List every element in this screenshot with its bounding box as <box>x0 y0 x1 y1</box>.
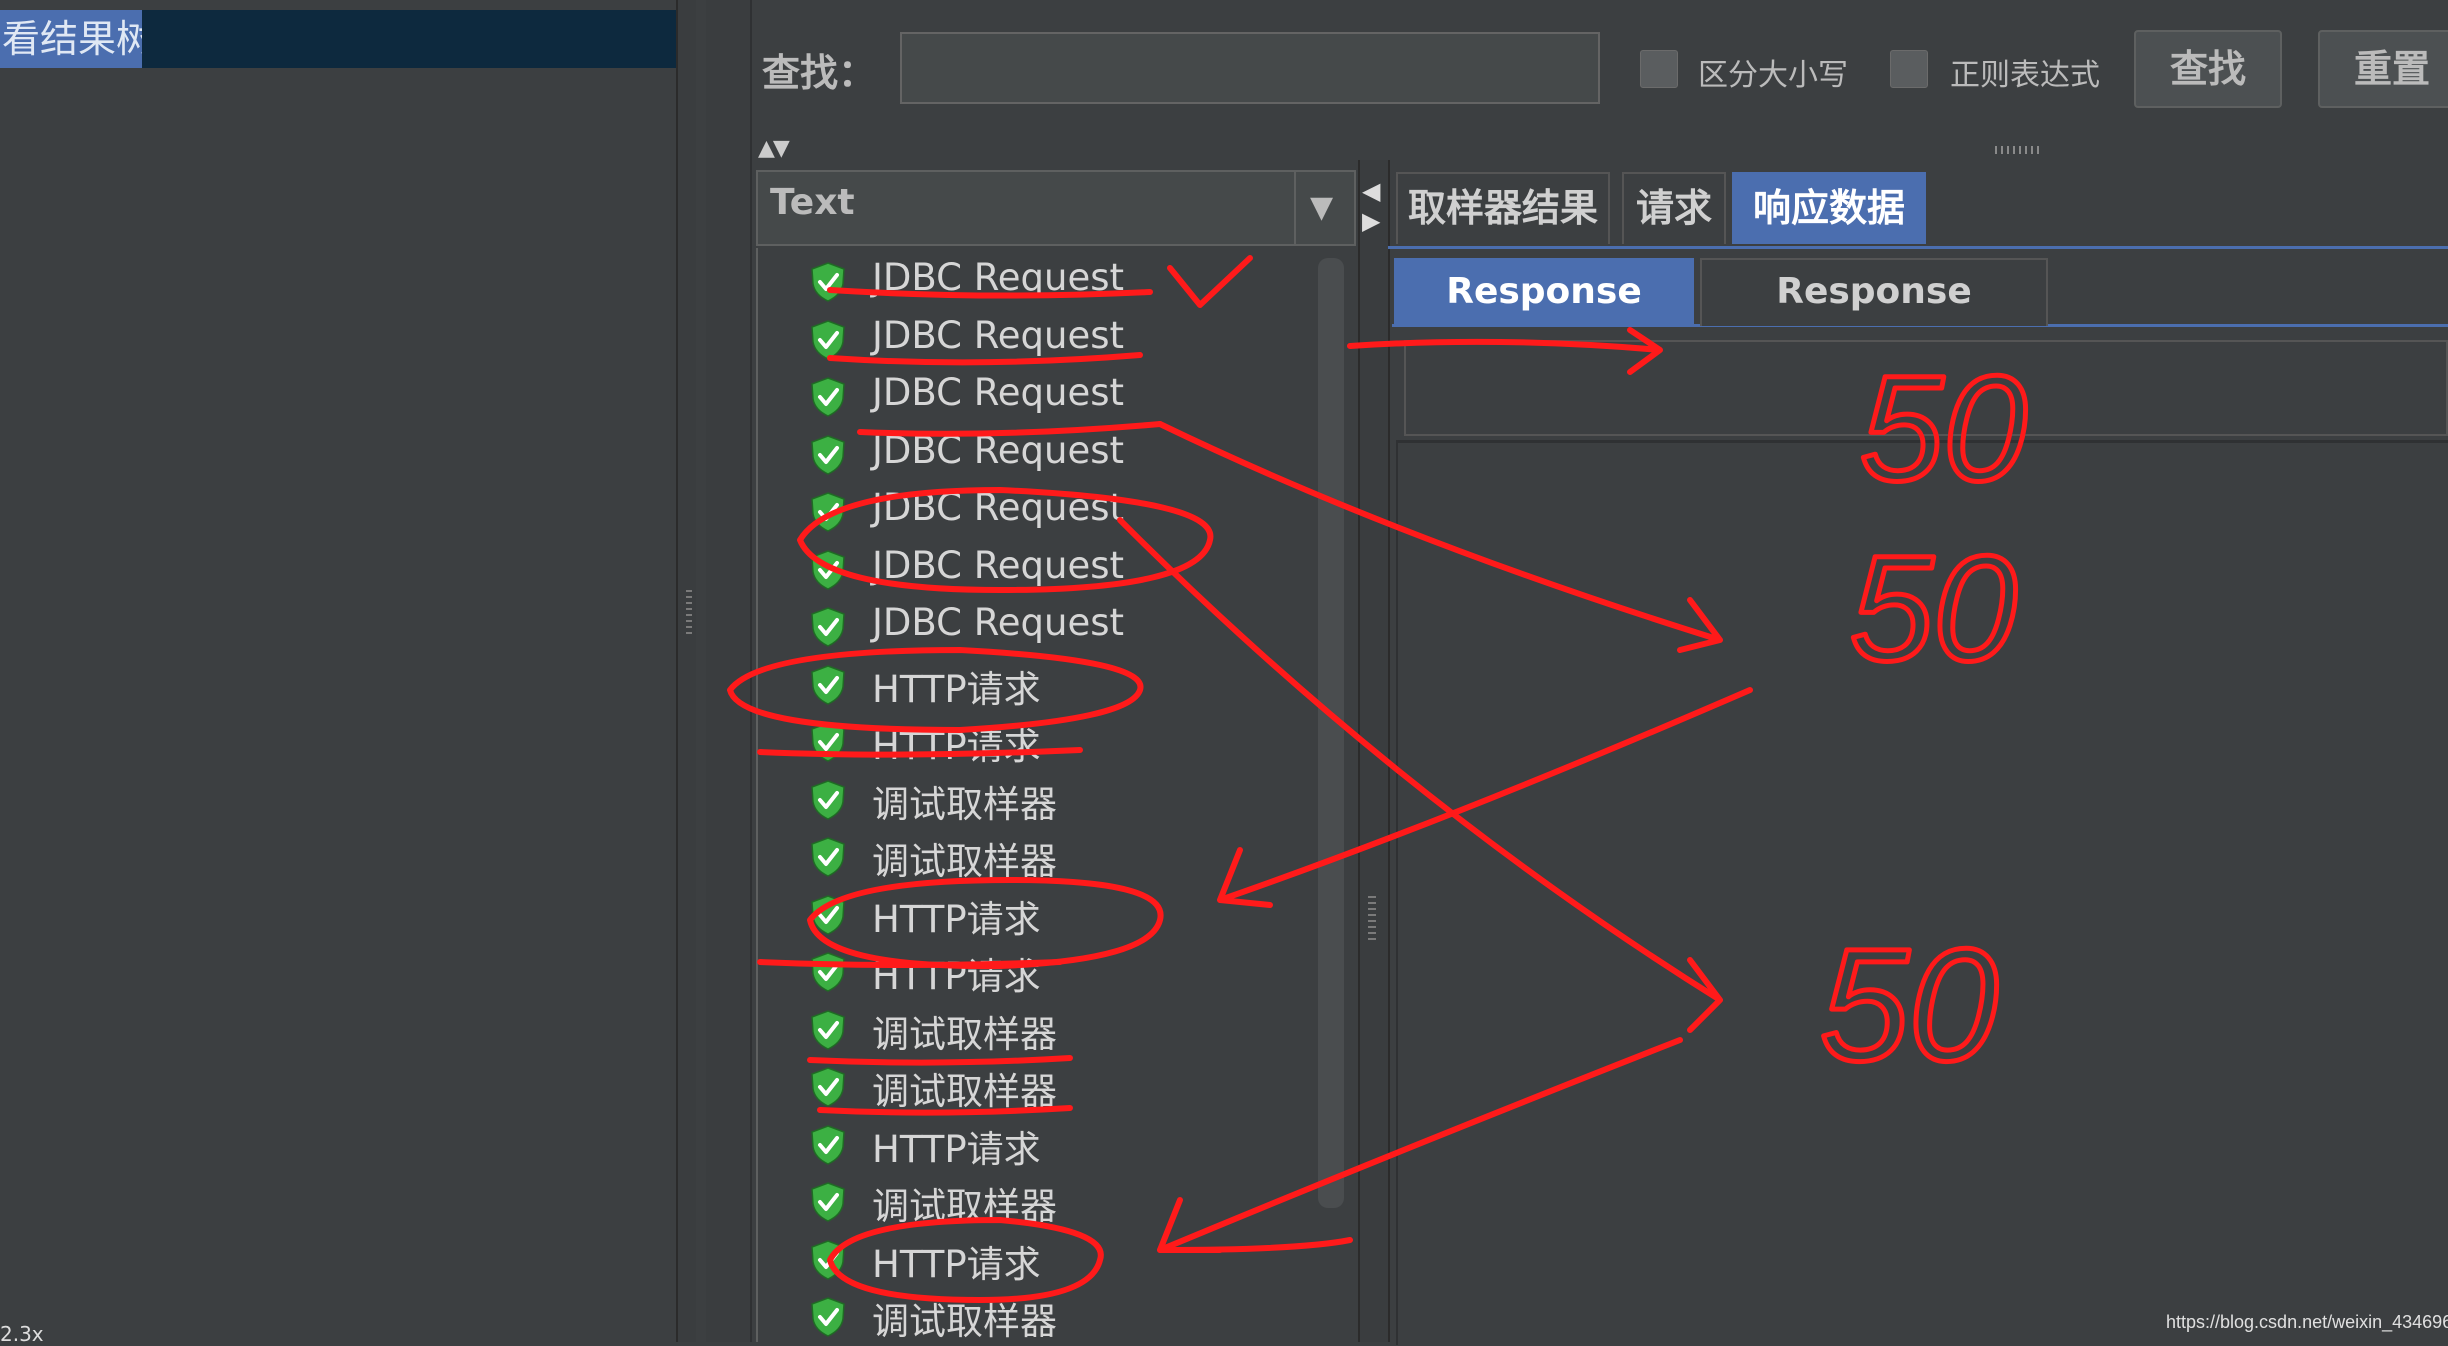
renderer-selected-value[interactable]: Text <box>770 182 855 223</box>
reset-button[interactable]: 重置 <box>2318 30 2448 108</box>
tab-request[interactable]: 请求 <box>1622 172 1726 244</box>
sample-result-label: 调试取样器 <box>872 1012 1057 1056</box>
success-shield-icon <box>811 262 845 302</box>
zoom-label: 2.3x <box>0 1322 44 1346</box>
tab-response-body[interactable]: Response Body <box>1394 258 1694 376</box>
sample-result-label: HTTP请求 <box>872 1242 1041 1286</box>
collapse-expand-icon[interactable]: ▲▼ <box>758 136 790 161</box>
splitter-grip-icon[interactable] <box>1368 896 1376 942</box>
success-shield-icon <box>811 1182 845 1222</box>
horizontal-splitter-grip-icon[interactable] <box>1995 146 2039 154</box>
sample-result-label: JDBC Request <box>872 256 1125 299</box>
success-shield-icon <box>811 1009 845 1050</box>
success-shield-icon <box>811 1067 845 1107</box>
sample-result-label: JDBC Request <box>872 371 1125 414</box>
main-splitter[interactable] <box>676 0 698 1342</box>
case-sensitive-label: 区分大小写 <box>1698 58 1848 93</box>
success-shield-icon <box>811 607 845 647</box>
sample-result-label: HTTP请求 <box>872 897 1041 941</box>
list-scrollbar[interactable] <box>1318 258 1344 1208</box>
sample-result-label: 调试取样器 <box>872 840 1057 883</box>
splitter-grip-icon[interactable] <box>686 590 692 636</box>
success-shield-icon <box>811 952 845 992</box>
sample-result-label: 调试取样器 <box>872 1300 1057 1343</box>
sample-result-label: JDBC Request <box>872 601 1125 644</box>
sample-result-label: 调试取样器 <box>872 782 1057 826</box>
success-shield-icon <box>811 434 845 475</box>
sample-result-label: HTTP请求 <box>872 1127 1041 1171</box>
sample-result-label: HTTP请求 <box>872 667 1041 711</box>
success-shield-icon <box>811 664 845 705</box>
find-button[interactable]: 查找 <box>2134 30 2282 108</box>
success-shield-icon <box>811 377 845 417</box>
success-shield-icon <box>811 722 845 762</box>
tab-response-data[interactable]: 响应数据 <box>1732 172 1926 244</box>
panel-gutter <box>706 0 752 1342</box>
sample-result-label: 调试取样器 <box>872 1070 1057 1113</box>
select-divider <box>1294 172 1296 244</box>
regex-checkbox[interactable] <box>1890 50 1928 88</box>
search-input[interactable] <box>900 32 1600 104</box>
test-plan-tree-panel <box>0 0 676 1342</box>
success-shield-icon <box>811 1297 845 1337</box>
watermark: https://blog.csdn.net/weixin_43469680 <box>2166 1312 2448 1332</box>
results-splitter[interactable] <box>1358 160 1390 1342</box>
success-shield-icon <box>811 894 845 935</box>
tree-item-view-results-tree[interactable]: 看结果树 <box>0 10 142 68</box>
success-shield-icon <box>811 1239 845 1280</box>
sample-result-label: JDBC Request <box>872 428 1125 472</box>
search-label: 查找： <box>762 51 877 95</box>
regex-label: 正则表达式 <box>1950 58 2100 93</box>
sample-result-label: JDBC Request <box>872 313 1125 357</box>
success-shield-icon <box>811 837 845 877</box>
success-shield-icon <box>811 1124 845 1165</box>
success-shield-icon <box>811 779 845 820</box>
sample-result-label: HTTP请求 <box>872 725 1041 768</box>
collapse-arrows-icon[interactable]: ◀ ▶ <box>1362 176 1380 236</box>
sample-result-label: 调试取样器 <box>872 1185 1057 1228</box>
success-shield-icon <box>811 319 845 360</box>
response-search-area[interactable] <box>1404 340 2448 436</box>
sample-result-label: HTTP请求 <box>872 955 1041 998</box>
sample-result-label: JDBC Request <box>872 543 1125 587</box>
success-shield-icon <box>811 549 845 590</box>
response-body-area[interactable] <box>1396 440 2448 1345</box>
tab-response-headers[interactable]: Response headers <box>1700 258 2048 376</box>
chevron-down-icon[interactable]: ▼ <box>1310 190 1333 225</box>
tree-item-partial <box>0 0 130 8</box>
success-shield-icon <box>811 492 845 532</box>
tab-sampler-result[interactable]: 取样器结果 <box>1396 172 1610 244</box>
sample-result-label: JDBC Request <box>872 486 1125 529</box>
case-sensitive-checkbox[interactable] <box>1640 50 1678 88</box>
